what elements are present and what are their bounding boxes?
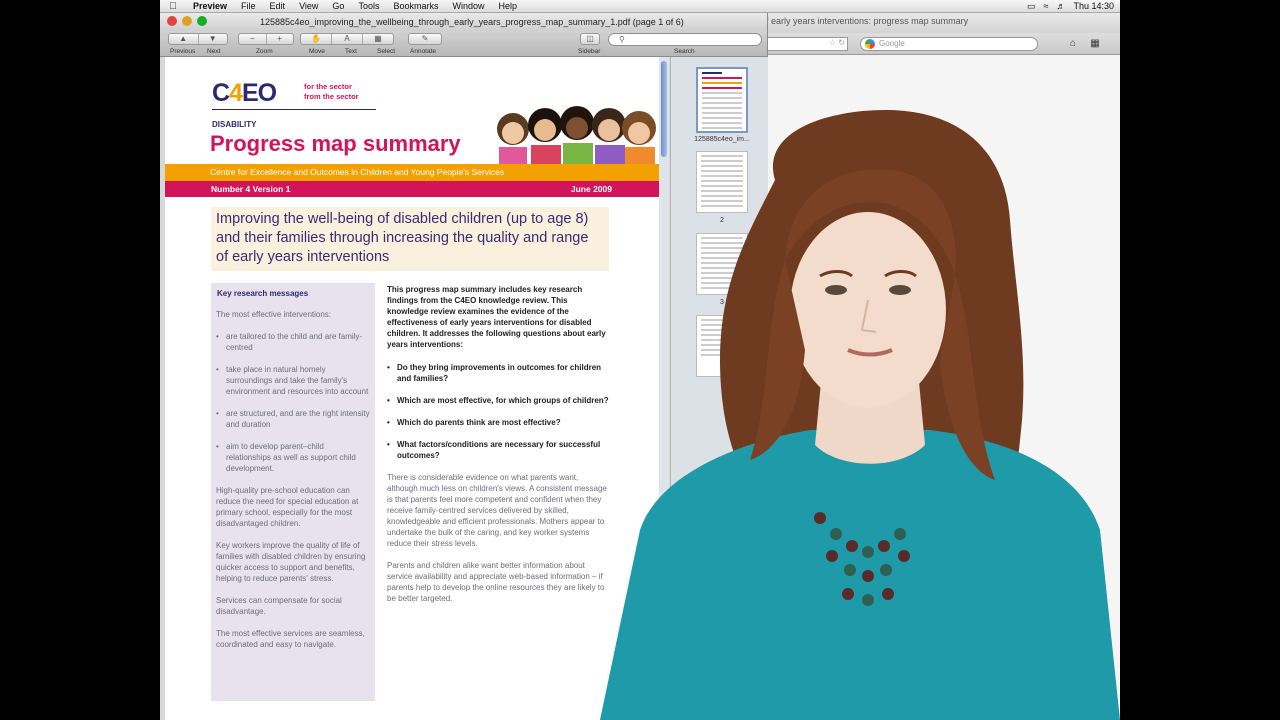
next-button[interactable]: ▼ <box>199 34 228 44</box>
move-tool-icon[interactable]: ✋ <box>301 34 332 44</box>
key-messages-panel: Key research messages The most effective… <box>211 283 375 701</box>
list-item: are tailored to the child and are family… <box>216 331 370 353</box>
paragraph: High-quality pre-school education can re… <box>216 486 359 528</box>
move-label: Move <box>309 48 325 55</box>
key-messages-intro: The most effective interventions: <box>216 310 332 319</box>
doc-category: DISABILITY <box>212 120 257 129</box>
search-label: Search <box>674 48 695 55</box>
paragraph: Services can compensate for social disad… <box>216 596 342 616</box>
paragraph: Parents and children alike want better i… <box>387 561 605 603</box>
bookmarks-icon[interactable]: ▦ <box>1088 37 1102 51</box>
menu-extras: ▭ ≈ ♬ Thu 14:30 <box>1027 1 1120 12</box>
browser-toolbar: ☆ ↻ Google ⌂ ▦ <box>760 33 1120 55</box>
prev-next-group: ▲ ▼ <box>168 33 228 45</box>
version-band: Number 4 Version 1 June 2009 <box>165 181 659 197</box>
doc-number: Number 4 Version 1 <box>211 184 291 194</box>
zoom-label: Zoom <box>256 48 273 55</box>
list-item: aim to develop parent–child relationship… <box>216 441 370 474</box>
sidebar-label: Sidebar <box>578 48 601 55</box>
summary-column: This progress map summary includes key r… <box>387 284 611 615</box>
annotate-label: Annotate <box>410 48 437 55</box>
centre-band: Centre for Excellence and Outcomes in Ch… <box>165 164 659 181</box>
url-field[interactable]: ☆ ↻ <box>764 37 848 51</box>
list-item: are structured, and are the right intens… <box>216 408 370 430</box>
menu-preview[interactable]: Preview <box>186 1 234 11</box>
zoom-group: − + <box>238 33 294 45</box>
home-icon[interactable]: ⌂ <box>1066 37 1080 51</box>
previous-label: Previous <box>170 48 196 55</box>
c4eo-logo: C4EO <box>212 79 277 107</box>
zoom-in-button[interactable]: + <box>267 34 294 44</box>
previous-button[interactable]: ▲ <box>169 34 199 44</box>
pencil-icon: ✎ <box>421 34 429 43</box>
list-item: take place in natural homely surrounding… <box>216 364 370 397</box>
key-messages-heading: Key research messages <box>217 289 309 298</box>
video-frame:  Preview File Edit View Go Tools Bookma… <box>0 0 1280 720</box>
menu-view[interactable]: View <box>292 1 325 11</box>
window-title: 125885c4eo_improving_the_wellbeing_throu… <box>260 17 684 27</box>
summary-intro: This progress map summary includes key r… <box>387 285 606 349</box>
close-button[interactable] <box>167 16 177 26</box>
google-icon <box>865 39 875 49</box>
clock[interactable]: Thu 14:30 <box>1073 1 1114 11</box>
tool-group: ✋ A ▦ <box>300 33 394 45</box>
google-search-placeholder: Google <box>879 39 905 48</box>
reload-icon[interactable]: ↻ <box>838 38 845 47</box>
bookmark-star-icon[interactable]: ☆ <box>829 38 836 47</box>
paragraph: There is considerable evidence on what p… <box>387 473 607 548</box>
apple-menu-icon[interactable]:  <box>160 1 186 12</box>
sidebar-icon: ◫ <box>586 34 594 43</box>
select-label: Select <box>377 48 396 55</box>
sidebar-button[interactable]: ◫ <box>580 33 600 45</box>
zoom-window-button[interactable] <box>197 16 207 26</box>
window-controls <box>167 16 207 26</box>
preview-titlebar: 125885c4eo_improving_the_wellbeing_throu… <box>160 13 767 31</box>
google-search-field[interactable]: Google <box>860 37 1038 51</box>
text-label: Text <box>345 48 357 55</box>
menu-bar:  Preview File Edit View Go Tools Bookma… <box>160 0 1120 13</box>
logo-rule <box>212 109 376 110</box>
select-tool-icon[interactable]: ▦ <box>363 34 393 44</box>
pdf-page[interactable]: C4EO for the sector from the sector DISA… <box>165 57 659 720</box>
menu-help[interactable]: Help <box>491 1 524 11</box>
list-item: What factors/conditions are necessary fo… <box>387 439 611 461</box>
menu-bookmarks[interactable]: Bookmarks <box>386 1 445 11</box>
paragraph: The most effective services are seamless… <box>216 629 365 649</box>
text-tool-icon[interactable]: A <box>332 34 363 44</box>
menu-tools[interactable]: Tools <box>351 1 386 11</box>
menu-file[interactable]: File <box>234 1 263 11</box>
display-icon[interactable]: ▭ <box>1027 1 1036 12</box>
wifi-icon[interactable]: ≈ <box>1044 1 1049 11</box>
menu-go[interactable]: Go <box>325 1 351 11</box>
preview-toolbar: ▲ ▼ Previous Next − + Zoom ✋ A ▦ Move Te… <box>160 31 767 57</box>
presenter-image <box>600 110 1120 720</box>
paragraph: Key workers improve the quality of life … <box>216 541 366 583</box>
logo-tagline: for the sector from the sector <box>304 82 359 101</box>
minimize-button[interactable] <box>182 16 192 26</box>
doc-title: Progress map summary <box>210 131 461 156</box>
menu-edit[interactable]: Edit <box>263 1 293 11</box>
menu-window[interactable]: Window <box>445 1 491 11</box>
list-item: Do they bring improvements in outcomes f… <box>387 362 611 384</box>
browser-title: f early years interventions: progress ma… <box>760 13 1120 33</box>
magnifier-icon: ⚲ <box>619 35 625 44</box>
volume-icon[interactable]: ♬ <box>1056 1 1065 11</box>
search-input[interactable]: ⚲ <box>608 33 762 46</box>
next-label: Next <box>207 48 221 55</box>
doc-headline: Improving the well-being of disabled chi… <box>211 207 609 271</box>
list-item: Which are most effective, for which grou… <box>387 395 611 406</box>
annotate-button[interactable]: ✎ <box>408 33 442 45</box>
list-item: Which do parents think are most effectiv… <box>387 417 611 428</box>
zoom-out-button[interactable]: − <box>239 34 267 44</box>
